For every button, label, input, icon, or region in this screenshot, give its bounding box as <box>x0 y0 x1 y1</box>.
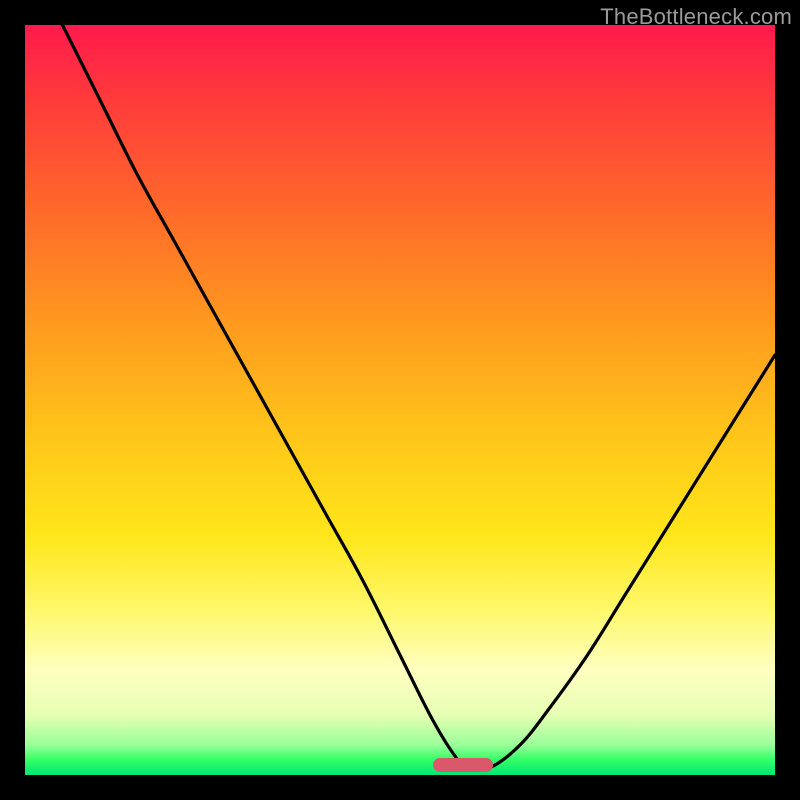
optimal-range-marker <box>433 758 493 772</box>
watermark-text: TheBottleneck.com <box>600 4 792 30</box>
bottleneck-curve <box>25 25 775 775</box>
plot-area <box>25 25 775 775</box>
chart-frame: TheBottleneck.com <box>0 0 800 800</box>
